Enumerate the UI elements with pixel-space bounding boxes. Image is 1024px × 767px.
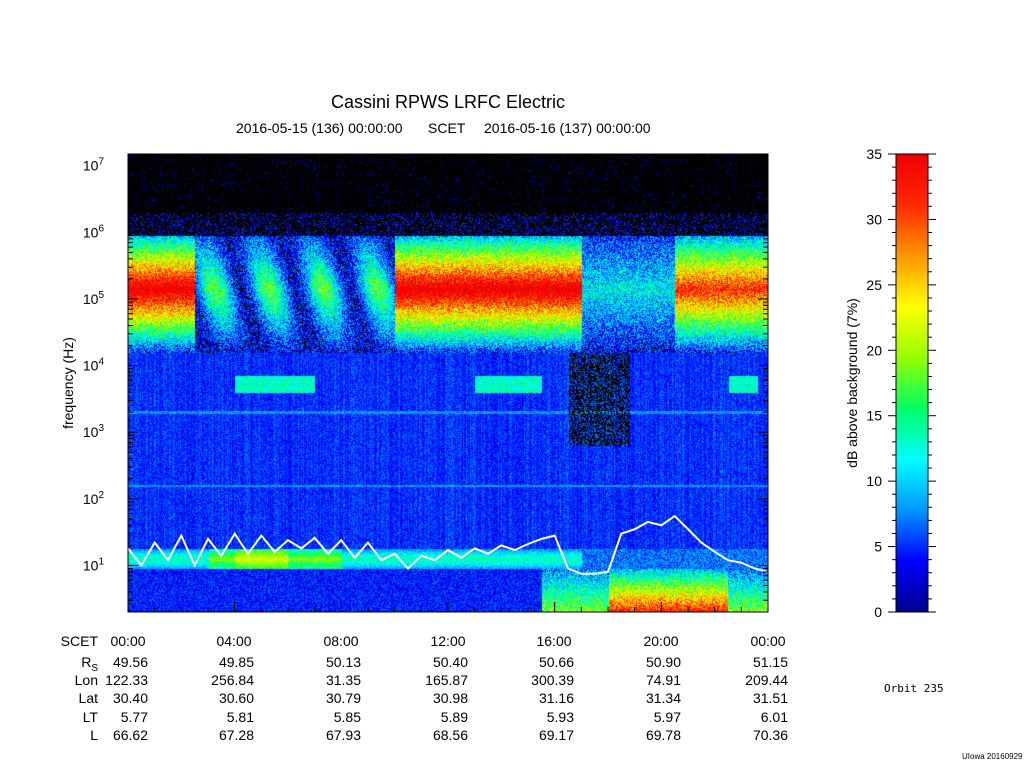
row-value-lat: 30.40 [112,690,148,706]
row-value-rs: 50.90 [645,654,681,670]
chart-overlay: 10110210310410510610705101520253035 [83,146,936,620]
row-value-lt: 5.89 [440,709,468,725]
row-value-lon: 165.87 [425,672,468,688]
colorbar-tick-label: 20 [866,342,882,358]
y-tick-exponent: 1 [98,556,104,567]
y-tick-mantissa: 10 [83,224,99,240]
row-value-rs: 50.40 [432,654,468,670]
row-value-l: 70.36 [752,727,788,743]
row-value-lt: 5.77 [120,709,148,725]
row-value-lon: 209.44 [745,672,788,688]
y-tick-mantissa: 10 [83,291,99,307]
y-tick-mantissa: 10 [83,557,99,573]
colorbar-tick-label: 10 [866,473,882,489]
y-tick-mantissa: 10 [83,358,99,374]
row-label-text: SCET [60,633,98,649]
row-value-scet: 00:00 [750,633,786,649]
row-value-lon: 74.91 [645,672,681,688]
row-value-lt: 6.01 [760,709,788,725]
colorbar-tick-label: 5 [874,539,882,555]
y-tick-label: 106 [83,223,105,240]
row-value-lt: 5.81 [226,709,254,725]
row-value-scet: 16:00 [536,633,572,649]
row-value-scet: 12:00 [430,633,466,649]
row-value-rs: 49.85 [218,654,254,670]
y-tick-exponent: 2 [98,490,104,501]
plot-frame [127,153,769,613]
row-value-lon: 31.35 [325,672,361,688]
y-tick-label: 107 [83,157,105,174]
row-value-lon: 256.84 [211,672,254,688]
colorbar-frame [895,153,929,613]
y-tick-label: 105 [83,290,105,307]
row-label-scet: SCET [40,633,98,649]
row-value-scet: 08:00 [323,633,359,649]
credit-label: UIowa 20160929 [962,752,1023,761]
y-tick-mantissa: 10 [83,424,99,440]
y-tick-exponent: 4 [98,357,104,368]
row-value-lt: 5.97 [653,709,681,725]
row-value-lat: 31.51 [752,690,788,706]
row-value-l: 66.62 [112,727,148,743]
y-tick-label: 104 [83,357,105,374]
colorbar-tick-label: 35 [866,146,882,162]
y-axis-label: frequency (Hz) [60,337,76,429]
row-value-l: 69.17 [538,727,574,743]
y-tick-mantissa: 10 [83,491,99,507]
row-value-l: 67.93 [325,727,361,743]
row-value-scet: 00:00 [110,633,146,649]
row-value-lt: 5.85 [333,709,361,725]
row-value-scet: 20:00 [643,633,679,649]
colorbar-tick-label: 15 [866,408,882,424]
colorbar-tick-label: 25 [866,277,882,293]
row-value-l: 68.56 [432,727,468,743]
y-tick-mantissa: 10 [83,158,99,174]
row-value-lon: 300.39 [531,672,574,688]
row-value-lat: 30.98 [432,690,468,706]
white-trace-line [127,514,769,575]
row-value-lat: 31.16 [538,690,574,706]
y-tick-exponent: 6 [98,223,104,234]
row-value-rs: 51.15 [752,654,788,670]
row-value-rs: 49.56 [112,654,148,670]
row-value-lat: 30.60 [218,690,254,706]
row-value-rs: 50.66 [538,654,574,670]
row-value-l: 67.28 [218,727,254,743]
colorbar-tick-label: 30 [866,211,882,227]
y-tick-label: 102 [83,490,105,507]
row-value-lon: 122.33 [105,672,148,688]
row-value-lat: 31.34 [645,690,681,706]
colorbar-tick-label: 0 [874,604,882,620]
y-tick-exponent: 7 [98,157,104,168]
row-value-lt: 5.93 [546,709,574,725]
y-tick-label: 101 [83,556,105,573]
y-tick-exponent: 5 [98,290,104,301]
row-value-scet: 04:00 [216,633,252,649]
row-value-l: 69.78 [645,727,681,743]
row-value-lat: 30.79 [325,690,361,706]
y-tick-exponent: 3 [98,423,104,434]
row-value-rs: 50.13 [325,654,361,670]
y-tick-label: 103 [83,423,105,440]
colorbar-label: dB above background (7%) [844,298,860,468]
orbit-number: Orbit 235 [884,682,944,695]
trace-layer [127,514,769,575]
